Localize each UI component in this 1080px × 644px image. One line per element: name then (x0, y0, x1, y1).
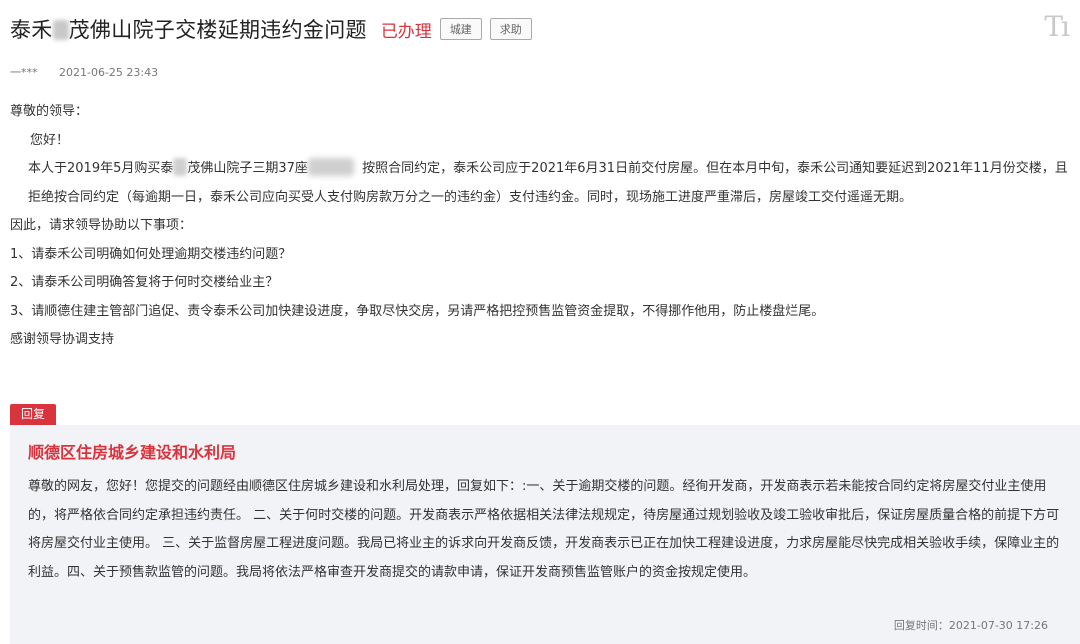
post-author: 一*** (10, 66, 38, 79)
request-item-3: 3、请顺德住建主管部门追促、责令泰禾公司加快建设进度，争取尽快交房，另请严格把控… (10, 303, 825, 319)
post-date: 2021-06-25 23:43 (59, 66, 159, 79)
reply-label: 回复 (10, 404, 57, 425)
reply-text: 尊敬的网友，您好！您提交的问题经由顺德区住房城乡建设和水利局处理，回复如下：:一… (28, 479, 1060, 580)
redacted-text (52, 20, 69, 40)
body-part-1: 本人于2019年5月购买泰 (28, 161, 174, 176)
font-size-icon[interactable]: Tı (1044, 10, 1070, 43)
request-item-2: 2、请泰禾公司明确答复将于何时交楼给业主？ (10, 275, 279, 290)
letter-content: 尊敬的领导： 您好！ 本人于2019年5月购买泰 茂佛山院子三期37座 按照合同约… (10, 98, 1070, 355)
post-meta: 一*** 2021-06-25 23:43 (10, 64, 158, 80)
title-prefix: 泰禾 (10, 18, 53, 42)
letter-salutation: 尊敬的领导： (10, 104, 89, 119)
tag-category[interactable]: 城建 (439, 18, 482, 40)
page-header: 泰禾 茂佛山院子交楼延期违约金问题 已办理 城建 求助 (10, 14, 532, 44)
redacted-text (173, 158, 188, 176)
tag-type[interactable]: 求助 (489, 18, 532, 40)
body-part-2: 茂佛山院子三期37座 (187, 161, 308, 176)
reply-department: 顺德区住房城乡建设和水利局 (28, 443, 237, 462)
reply-panel: 顺德区住房城乡建设和水利局 尊敬的网友，您好！您提交的问题经由顺德区住房城乡建设… (10, 425, 1080, 644)
page-title: 泰禾 茂佛山院子交楼延期违约金问题 (10, 14, 367, 44)
redacted-text (307, 158, 354, 176)
request-item-1: 1、请泰禾公司明确如何处理逾期交楼违约问题？ (10, 246, 292, 262)
letter-greeting: 您好！ (30, 132, 70, 148)
reply-time-label: 回复时间： (893, 619, 949, 632)
title-suffix: 茂佛山院子交楼延期违约金问题 (68, 18, 367, 42)
reply-timestamp: 回复时间：2021-07-30 17:26 (894, 617, 1048, 633)
letter-closing: 感谢领导协调支持 (10, 332, 115, 347)
letter-body: 本人于2019年5月购买泰 茂佛山院子三期37座 按照合同约定，泰禾公司应于202… (10, 155, 1070, 212)
reply-time-value: 2021-07-30 17:26 (948, 619, 1048, 632)
status-label: 已办理 (380, 21, 432, 42)
request-intro: 因此，请求领导协助以下事项： (10, 218, 193, 233)
